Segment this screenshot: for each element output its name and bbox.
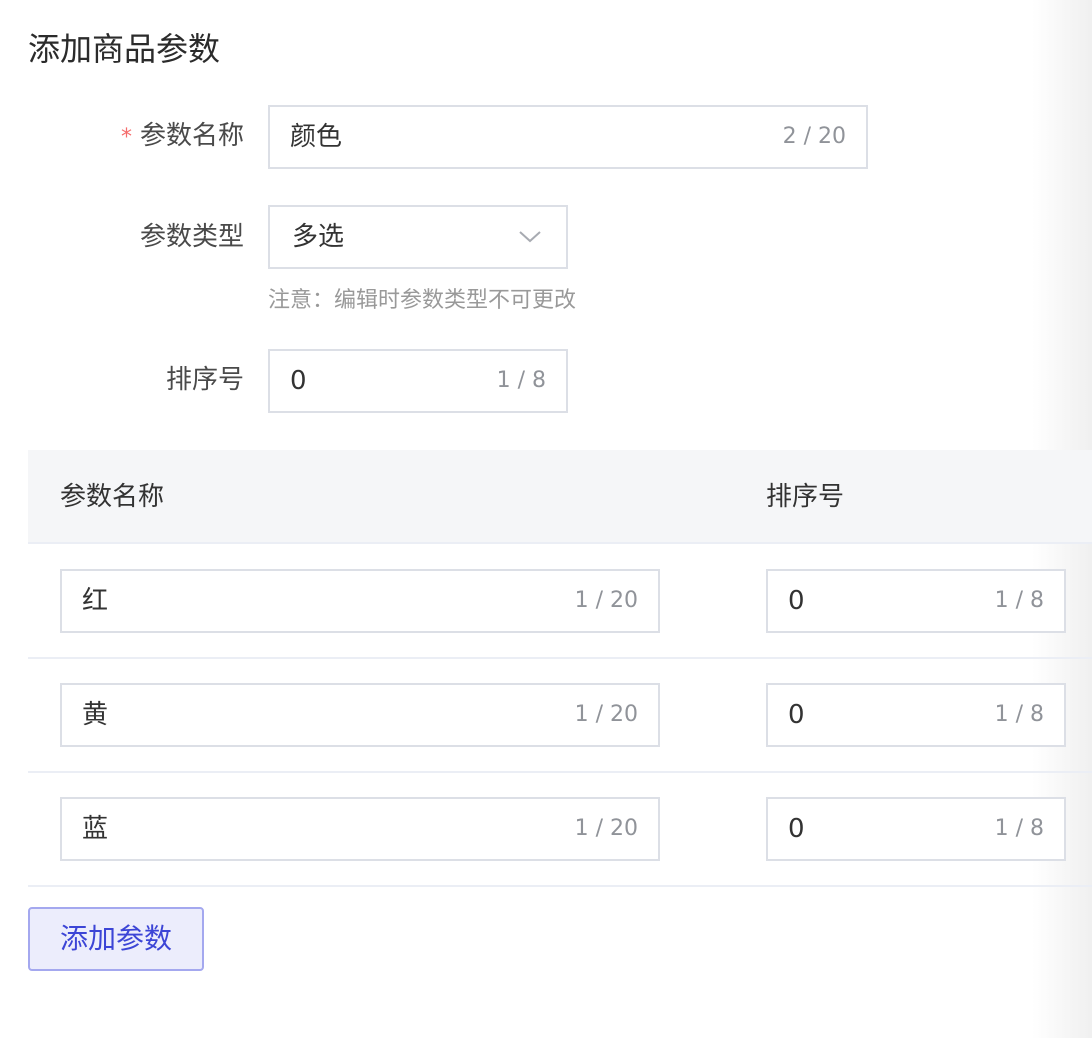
row-3-name-count: 1 / 20 (574, 816, 638, 841)
row-1-sort-value: 0 (788, 586, 805, 616)
row-3-name-input[interactable]: 蓝 1 / 20 (60, 797, 660, 861)
param-name-label: * 参数名称 (0, 118, 244, 156)
row-divider (28, 771, 1092, 773)
row-1-name-count: 1 / 20 (574, 588, 638, 613)
param-type-selected: 多选 (292, 222, 345, 252)
param-type-hint: 注意：编辑时参数类型不可更改 (268, 288, 577, 313)
row-2-name-input[interactable]: 黄 1 / 20 (60, 683, 660, 747)
row-1-sort-count: 1 / 8 (994, 588, 1044, 613)
chevron-down-icon (519, 231, 541, 243)
sort-number-input[interactable]: 0 1 / 8 (268, 349, 568, 413)
sort-number-value: 0 (290, 366, 307, 396)
add-param-button[interactable]: 添加参数 (28, 907, 204, 971)
row-1-name-input[interactable]: 红 1 / 20 (60, 569, 660, 633)
row-2-sort-value: 0 (788, 700, 805, 730)
column-header-name: 参数名称 (60, 482, 165, 512)
param-name-value: 颜色 (290, 122, 343, 152)
required-mark: * (120, 125, 132, 150)
row-3-sort-value: 0 (788, 814, 805, 844)
row-2-name-count: 1 / 20 (574, 702, 638, 727)
row-3-name-value: 蓝 (82, 814, 109, 844)
row-2-name-value: 黄 (82, 700, 109, 730)
column-header-sort: 排序号 (766, 482, 845, 512)
row-3-sort-input[interactable]: 0 1 / 8 (766, 797, 1066, 861)
page-title: 添加商品参数 (28, 30, 221, 68)
row-2-sort-input[interactable]: 0 1 / 8 (766, 683, 1066, 747)
row-divider (28, 657, 1092, 659)
param-name-count: 2 / 20 (782, 124, 846, 149)
param-name-input[interactable]: 颜色 2 / 20 (268, 105, 868, 169)
param-type-select[interactable]: 多选 (268, 205, 568, 269)
table-header: 参数名称 排序号 (28, 450, 1092, 544)
param-name-label-text: 参数名称 (139, 121, 244, 151)
row-divider (28, 885, 1092, 887)
row-3-sort-count: 1 / 8 (994, 816, 1044, 841)
row-1-sort-input[interactable]: 0 1 / 8 (766, 569, 1066, 633)
param-type-label: 参数类型 (139, 222, 244, 252)
row-1-name-value: 红 (82, 586, 109, 616)
row-2-sort-count: 1 / 8 (994, 702, 1044, 727)
sort-number-label: 排序号 (165, 365, 244, 395)
sort-number-count: 1 / 8 (496, 368, 546, 393)
